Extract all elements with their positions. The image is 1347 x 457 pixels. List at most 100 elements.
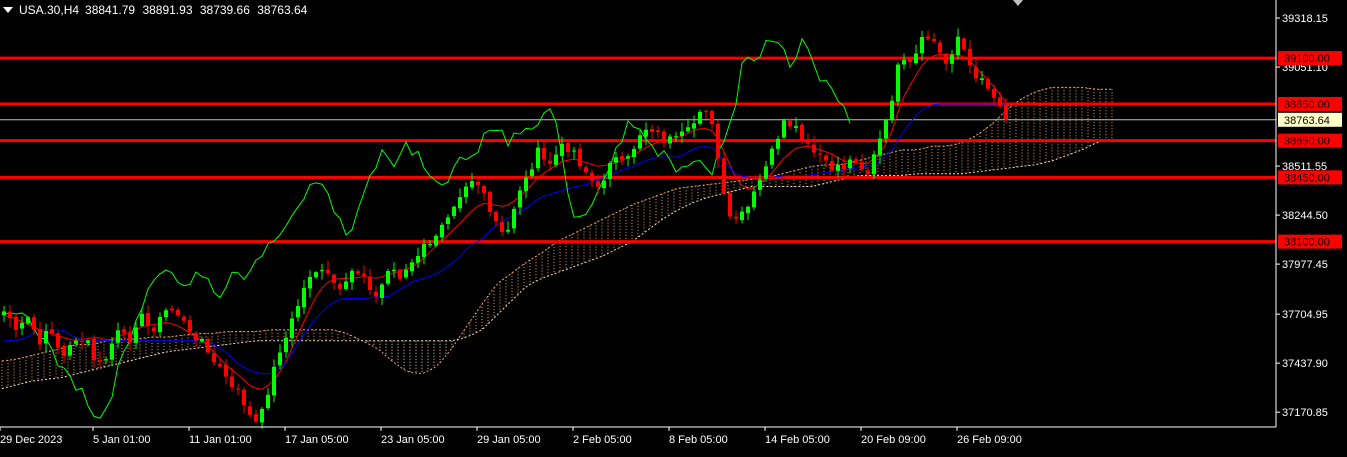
candle-body [194, 332, 198, 341]
candle-body [626, 156, 630, 159]
candle-body [158, 316, 162, 333]
high-value: 38891.93 [142, 3, 193, 17]
candle-body [152, 327, 156, 332]
y-tick-label: 37704.95 [1282, 309, 1328, 321]
candle-body [116, 330, 120, 343]
candle-body [680, 131, 684, 137]
candle-body [494, 211, 498, 222]
candle-body [482, 186, 486, 193]
candle-body [224, 364, 228, 377]
candle-body [452, 206, 456, 217]
candle-body [710, 110, 714, 124]
candle-body [782, 120, 786, 138]
candle-body [518, 190, 522, 208]
candle-body [146, 313, 150, 326]
candle-body [110, 343, 114, 360]
candle-body [464, 186, 468, 198]
candle-body [596, 181, 600, 187]
candle-body [788, 120, 792, 127]
candle-body [950, 54, 954, 64]
candle-body [212, 353, 216, 363]
y-tick-label: 38244.50 [1282, 210, 1328, 222]
candle-body [548, 160, 552, 164]
chart-shift-marker-icon [1013, 0, 1023, 6]
candle-body [476, 181, 480, 186]
candle-body [752, 191, 756, 208]
candle-body [980, 78, 984, 80]
candle-body [746, 206, 750, 213]
candle-body [188, 320, 192, 332]
x-tick-label: 11 Jan 01:00 [189, 434, 252, 446]
ichimoku-cloud [1, 86, 1113, 389]
candle-body [362, 273, 366, 276]
symbol-label: USA.30,H4 [19, 3, 80, 17]
candle-body [278, 352, 282, 366]
candle-body [488, 192, 492, 212]
symbol-header: USA.30,H4 38841.79 38891.93 38739.66 387… [3, 3, 311, 17]
close-value: 38763.64 [257, 3, 308, 17]
level-price-label: 38650.00 [1284, 136, 1330, 148]
candle-body [320, 269, 324, 271]
candle-body [728, 192, 732, 217]
candle-body [734, 216, 738, 219]
dropdown-triangle-icon[interactable] [3, 7, 13, 13]
candle-body [890, 100, 894, 121]
candle-body [356, 271, 360, 274]
candle-body [824, 155, 828, 161]
candle-body [86, 340, 90, 343]
candle-body [992, 88, 996, 99]
candle-body [620, 156, 624, 160]
candle-body [998, 97, 1002, 107]
candle-body [908, 59, 912, 62]
axes [0, 0, 1277, 428]
candle-body [422, 243, 426, 258]
candle-body [104, 359, 108, 361]
candle-body [602, 180, 606, 188]
candle-body [410, 262, 414, 272]
x-tick-label: 29 Dec 2023 [0, 434, 62, 446]
candle-body [368, 276, 372, 290]
candle-body [866, 170, 870, 175]
candle-body [290, 318, 294, 339]
candle-body [818, 153, 822, 155]
candle-body [860, 162, 864, 169]
candle-body [68, 344, 72, 356]
candle-body [542, 147, 546, 160]
candle-body [32, 317, 36, 330]
candle-body [938, 42, 942, 53]
candle-body [578, 148, 582, 167]
candle-body [554, 154, 558, 165]
chart-window[interactable]: 39318.15 39051.10 38511.55 38244.50 37977.45… [0, 0, 1347, 452]
axis-labels: 39318.1539051.1038511.5538244.5037977.45… [0, 13, 1342, 446]
candle-body [920, 37, 924, 54]
candle-body [638, 135, 642, 149]
candle-body [584, 167, 588, 173]
candle-body [386, 270, 390, 284]
current-price-label: 38763.64 [1284, 115, 1330, 127]
candle-body [8, 311, 12, 319]
candle-body [572, 150, 576, 152]
candle-body [566, 143, 570, 152]
candle-body [134, 327, 138, 343]
candle-body [692, 123, 696, 129]
candle-body [326, 269, 330, 274]
price-chart[interactable]: 39318.1539051.1038511.5538244.5037977.45… [0, 0, 1347, 452]
candle-body [458, 197, 462, 209]
candles [2, 28, 1008, 429]
candle-body [806, 140, 810, 144]
candle-body [140, 313, 144, 327]
x-tick-label: 20 Feb 09:00 [861, 434, 926, 446]
candle-body [968, 48, 972, 66]
candle-body [758, 179, 762, 190]
candle-body [974, 66, 978, 79]
candle-body [914, 53, 918, 63]
candle-body [524, 177, 528, 191]
candle-body [14, 316, 18, 330]
candle-body [896, 64, 900, 102]
candle-body [446, 217, 450, 224]
x-tick-label: 23 Jan 05:00 [381, 434, 445, 446]
candle-body [374, 291, 378, 297]
candle-body [284, 337, 288, 353]
candle-body [926, 36, 930, 39]
candle-body [332, 274, 336, 283]
